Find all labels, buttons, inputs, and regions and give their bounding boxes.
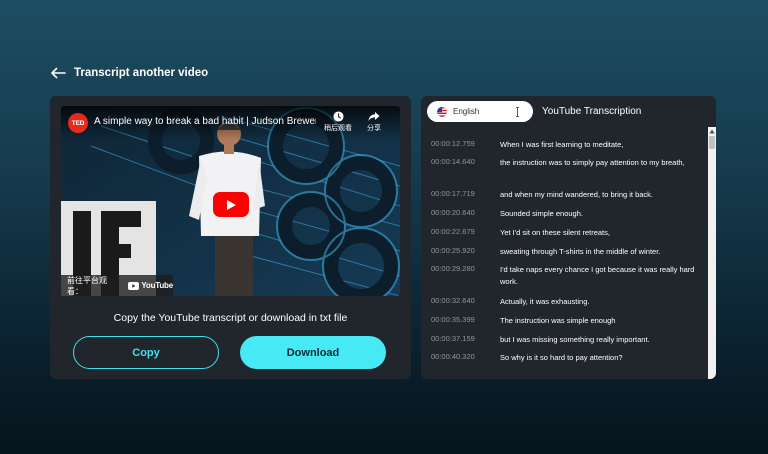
transcript-timestamp: 00:00:20.640 [431, 208, 475, 217]
share-button[interactable]: 分享 [367, 111, 381, 133]
copy-instructions: Copy the YouTube transcript or download … [113, 312, 348, 324]
youtube-logo: YouTube [128, 281, 173, 290]
watch-later-label: 稍后观看 [324, 125, 352, 132]
transcript-text: Actually, it was exhausting. [500, 297, 590, 306]
transcript-text: but I was missing something really impor… [500, 335, 650, 344]
watch-on-label: 前往平台观看： [67, 275, 107, 296]
transcript-text: the instruction was to simply pay attent… [500, 158, 685, 167]
transcript-timestamp: 00:00:25.920 [431, 246, 475, 255]
watch-later-button[interactable]: 稍后观看 [324, 111, 352, 133]
video-player[interactable]: TED A simple way to break a bad habit | … [61, 106, 400, 296]
language-label: English [453, 107, 480, 116]
transcript-timestamp: 00:00:22.679 [431, 227, 475, 236]
transcript-timestamp: 00:00:12.759 [431, 139, 475, 148]
transcript-scrollbar[interactable] [708, 127, 716, 379]
transcript-text: When I was first learning to meditate, [500, 140, 624, 149]
transcript-text: I'd take naps every chance I got because… [500, 265, 695, 286]
youtube-play-icon [128, 281, 140, 290]
video-panel: TED A simple way to break a bad habit | … [50, 96, 411, 379]
us-flag-icon [437, 106, 447, 117]
cursor-icon [516, 107, 519, 117]
transcript-timestamp: 00:00:32.640 [431, 296, 475, 305]
video-title[interactable]: A simple way to break a bad habit | Juds… [94, 116, 316, 127]
transcript-timestamp: 00:00:37.159 [431, 334, 475, 343]
share-label: 分享 [367, 125, 381, 132]
back-link[interactable]: Transcript another video [50, 67, 208, 79]
share-icon [368, 112, 380, 121]
transcript-timestamp: 00:00:29.280 [431, 264, 475, 273]
transcript-timestamp: 00:00:35.399 [431, 315, 475, 324]
arrow-left-icon [51, 67, 66, 79]
back-link-label: Transcript another video [74, 67, 209, 79]
transcript-title: YouTube Transcription [542, 106, 642, 117]
play-button[interactable] [213, 192, 249, 217]
transcript-timestamp: 00:00:40.320 [431, 352, 475, 361]
transcript-text: sweating through T-shirts in the middle … [500, 247, 661, 256]
transcript-panel: English YouTube Transcription 00:00:12.7… [421, 96, 716, 379]
transcript-text: So why is it so hard to pay attention? [500, 353, 623, 362]
copy-button[interactable]: Copy [73, 336, 219, 369]
channel-logo[interactable]: TED [68, 113, 88, 133]
transcript-timestamp: 00:00:17.719 [431, 189, 475, 198]
transcript-list[interactable]: 00:00:12.759 When I was first learning to… [421, 134, 708, 379]
transcript-text: The instruction was simple enough [500, 316, 616, 325]
download-button[interactable]: Download [240, 336, 386, 369]
transcript-text: and when my mind wandered, to bring it b… [500, 190, 653, 199]
play-icon [227, 199, 236, 210]
youtube-wordmark: YouTube [141, 281, 173, 290]
transcript-text: Yet I'd sit on these silent retreats, [500, 228, 610, 237]
watch-on-youtube[interactable]: 前往平台观看： YouTube [61, 275, 173, 296]
language-select[interactable]: English [427, 101, 533, 122]
clock-icon [332, 111, 344, 122]
transcript-timestamp: 00:00:14.640 [431, 157, 475, 166]
scrollbar-thumb[interactable] [709, 136, 715, 149]
transcript-text: Sounded simple enough. [500, 209, 583, 218]
scroll-up-icon[interactable] [709, 129, 715, 134]
